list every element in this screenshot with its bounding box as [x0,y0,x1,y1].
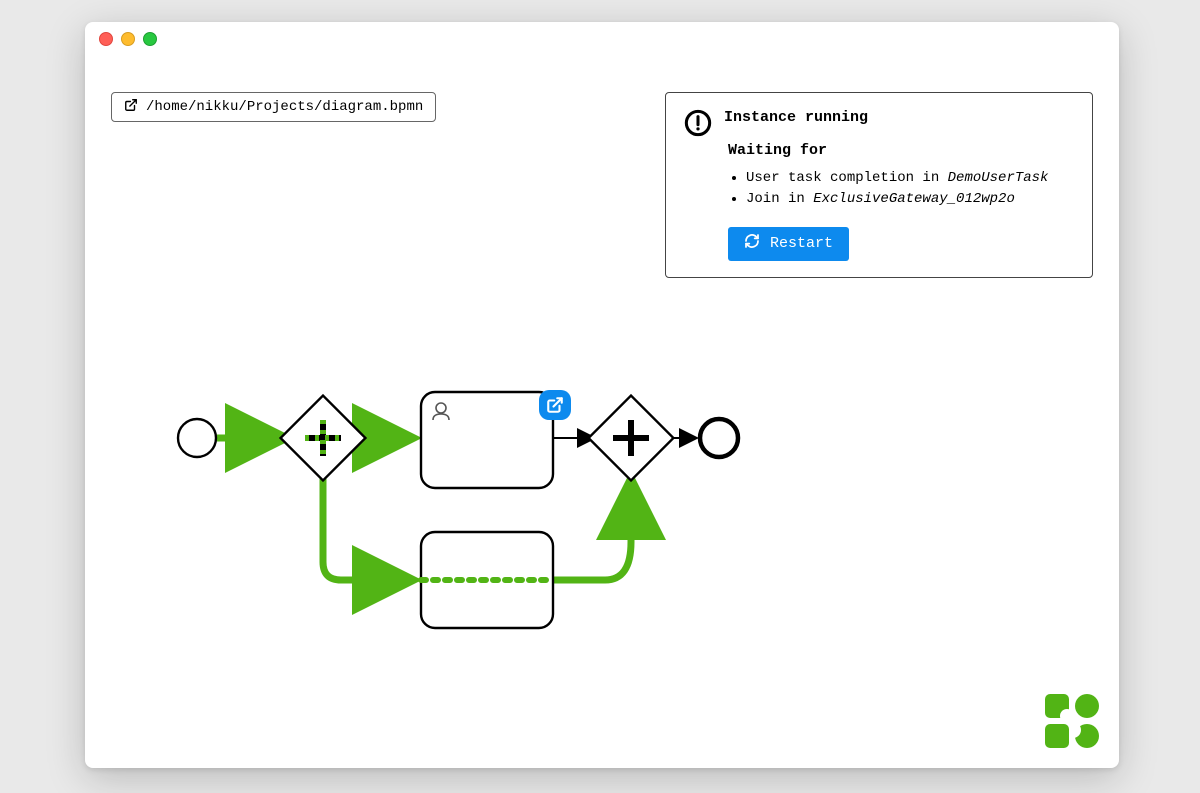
alert-icon [684,109,712,142]
sequence-flow[interactable] [553,477,631,580]
end-event[interactable] [700,419,738,457]
external-link-icon [548,398,562,412]
restart-button[interactable]: Restart [728,227,849,261]
status-subtitle: Waiting for [728,142,1074,159]
external-link-icon [124,98,138,117]
bpmn-io-logo-icon [1045,694,1099,748]
restart-button-label: Restart [770,235,833,252]
status-list: User task completion in DemoUserTask Joi… [728,169,1074,209]
status-item: User task completion in DemoUserTask [746,169,1074,188]
file-path-chip[interactable]: /home/nikku/Projects/diagram.bpmn [111,92,436,122]
sequence-flow[interactable] [323,470,415,580]
task[interactable] [421,532,553,628]
file-path-text: /home/nikku/Projects/diagram.bpmn [146,99,423,115]
start-event[interactable] [178,419,216,457]
app-window: /home/nikku/Projects/diagram.bpmn [85,22,1119,768]
parallel-gateway-split[interactable] [281,396,366,481]
close-window-icon[interactable] [99,32,113,46]
status-panel: Instance running Waiting for User task c… [665,92,1093,278]
open-task-button[interactable] [539,390,571,420]
traffic-lights [99,32,157,46]
parallel-gateway-join[interactable] [589,396,674,481]
status-title: Instance running [724,109,868,126]
zoom-window-icon[interactable] [143,32,157,46]
refresh-icon [744,233,760,254]
minimize-window-icon[interactable] [121,32,135,46]
status-item: Join in ExclusiveGateway_012wp2o [746,190,1074,209]
user-task[interactable] [421,392,553,488]
